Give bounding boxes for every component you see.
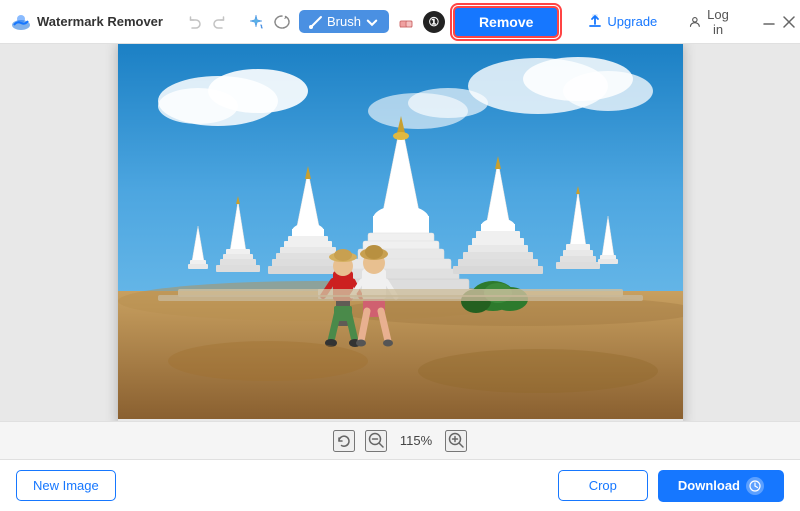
app-title: Watermark Remover [37, 14, 163, 29]
footer-bar: New Image Crop Download [0, 459, 800, 511]
download-button[interactable]: Download [658, 470, 784, 502]
undo-button[interactable] [187, 8, 203, 36]
eraser-button[interactable] [397, 8, 415, 36]
magic-select-icon [247, 13, 265, 31]
crop-button[interactable]: Crop [558, 470, 648, 501]
close-button[interactable] [783, 8, 795, 36]
badge-container: ① [423, 8, 445, 36]
upgrade-icon [587, 14, 603, 30]
reset-icon [336, 433, 352, 449]
main-content [0, 44, 800, 421]
login-label: Log in [705, 7, 731, 37]
minimize-icon [763, 16, 775, 28]
undo-icon [187, 14, 203, 30]
brush-label: Brush [327, 14, 361, 29]
zoom-percent: 115% [397, 433, 435, 448]
zoom-out-button[interactable] [365, 430, 387, 452]
lasso-button[interactable] [273, 8, 291, 36]
badge: ① [423, 11, 445, 33]
reset-zoom-button[interactable] [333, 430, 355, 452]
redo-button[interactable] [211, 8, 227, 36]
minimize-button[interactable] [763, 8, 775, 36]
upgrade-button[interactable]: Upgrade [575, 9, 669, 35]
brush-button[interactable]: Brush [299, 10, 389, 33]
lasso-icon [273, 13, 291, 31]
user-icon [689, 14, 701, 30]
eraser-icon [397, 13, 415, 31]
zoom-bar: 115% [0, 421, 800, 459]
zoom-in-button[interactable] [445, 430, 467, 452]
redo-icon [211, 14, 227, 30]
app-logo: Watermark Remover [10, 11, 163, 33]
upgrade-label: Upgrade [607, 14, 657, 29]
download-label: Download [678, 478, 740, 493]
titlebar: Watermark Remover [0, 0, 800, 44]
login-button[interactable]: Log in [677, 2, 743, 42]
close-icon [783, 16, 795, 28]
chevron-down-icon [365, 15, 379, 29]
app-logo-icon [10, 11, 32, 33]
new-image-button[interactable]: New Image [16, 470, 116, 501]
image-container [118, 44, 683, 421]
remove-button[interactable]: Remove [453, 6, 559, 38]
download-clock-icon [746, 477, 764, 495]
brush-icon [309, 15, 323, 29]
zoom-out-icon [368, 432, 385, 449]
magic-select-button[interactable] [247, 8, 265, 36]
photo-scene [118, 44, 683, 419]
zoom-in-icon [448, 432, 465, 449]
